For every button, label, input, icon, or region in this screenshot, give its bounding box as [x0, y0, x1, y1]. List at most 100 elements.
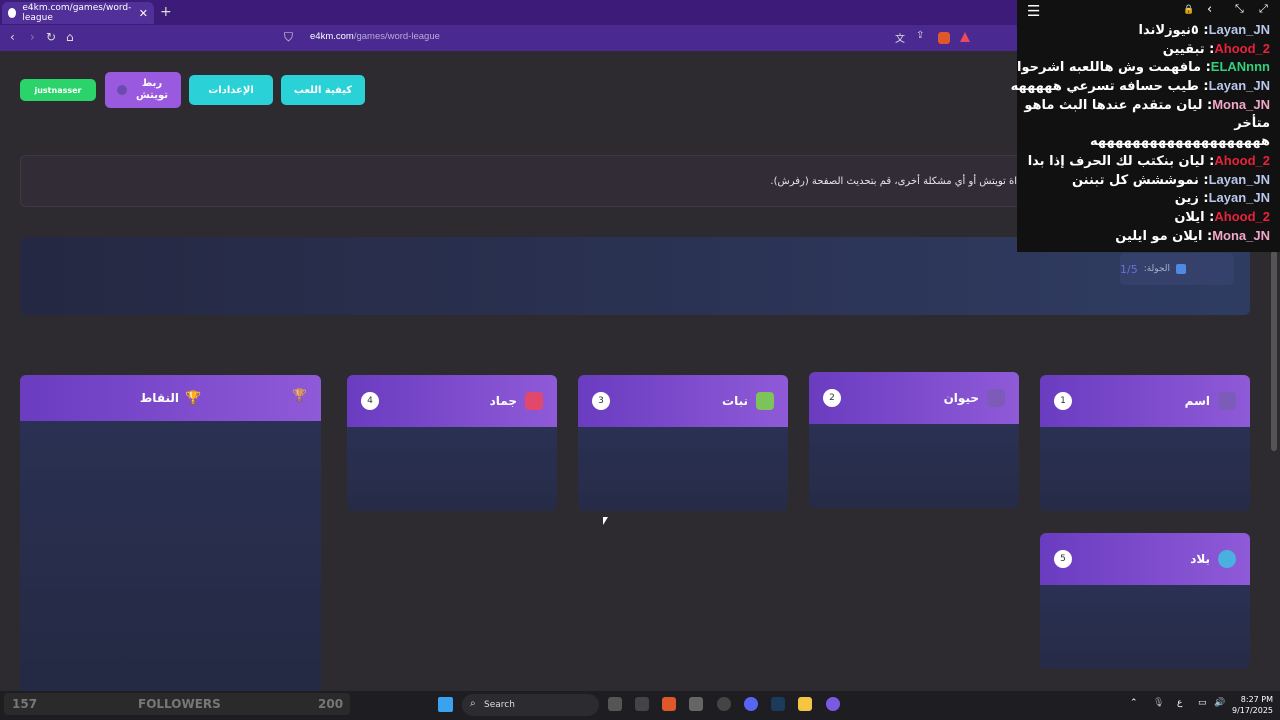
- chat-text: نموششش كل تبننن: [1071, 172, 1199, 188]
- discord-icon[interactable]: [744, 697, 758, 711]
- category-card-country: بلاد 5: [1040, 533, 1250, 669]
- chat-message: Layan_JN: نموششش كل تبننن: [1072, 172, 1270, 188]
- chat-message: Ahood_2: ليان بنكتب لك الحرف إذا بدا: [1028, 153, 1270, 169]
- trophy-icon: 🏆: [184, 390, 202, 406]
- chat-separator: :: [1204, 210, 1215, 225]
- tray-chevron-icon[interactable]: ⌃: [1130, 698, 1138, 708]
- url-field[interactable]: e4km.com/games/word-league: [310, 31, 440, 42]
- chat-username[interactable]: Ahood_2: [1214, 153, 1270, 168]
- chat-separator: :: [1198, 191, 1209, 207]
- obs-icon[interactable]: [717, 697, 731, 711]
- network-icon[interactable]: ▭: [1198, 698, 1207, 708]
- volume-icon[interactable]: 🔊: [1214, 698, 1225, 708]
- settings-button[interactable]: الإعدادات: [189, 75, 273, 105]
- app-icon-9[interactable]: [826, 697, 840, 711]
- menu-icon[interactable]: ☰: [1027, 2, 1040, 20]
- category-header: اسم 1: [1040, 375, 1250, 427]
- close-tab-icon[interactable]: ✕: [139, 7, 148, 20]
- brave-browser-icon[interactable]: [662, 697, 676, 711]
- robot-icon: [525, 392, 543, 410]
- taskbar-search[interactable]: ⌕ Search: [462, 694, 599, 716]
- category-title: بلاد: [1190, 552, 1210, 566]
- windows-start-icon[interactable]: [438, 697, 453, 712]
- chat-separator: :: [1198, 23, 1209, 38]
- bookmark-icon[interactable]: ⛉: [284, 30, 293, 45]
- chat-text: ايلان مو ايلين: [1115, 228, 1203, 244]
- reload-icon[interactable]: ↻: [46, 30, 56, 44]
- chat-text: ليان متقدم عندها البث ماهو: [1024, 97, 1203, 113]
- category-answers: [347, 427, 557, 511]
- clock-date: 9/17/2025: [1232, 706, 1274, 715]
- lock-icon[interactable]: 🔒: [1183, 5, 1194, 15]
- category-number: 5: [1054, 550, 1072, 568]
- followers-label: FOLLOWERS: [138, 697, 221, 711]
- chat-username[interactable]: Ahood_2: [1214, 41, 1270, 56]
- stream-chat-overlay: ☰ 🔒 ‹ ⤡ ⤢ Layan_JN: ٥نيوزلاندا Ahood_2: ت…: [1011, 0, 1280, 252]
- round-icon: [1176, 264, 1187, 274]
- app-icon-4[interactable]: [689, 697, 703, 711]
- chat-username[interactable]: Layan_JN: [1209, 190, 1270, 205]
- clock-time: 8:27 PM: [1240, 695, 1274, 704]
- file-explorer-icon[interactable]: [798, 697, 812, 711]
- expand-icon[interactable]: ⤢: [1259, 2, 1268, 16]
- chat-username[interactable]: Layan_JN: [1209, 22, 1270, 37]
- how-to-play-button[interactable]: كيفية اللعب: [281, 75, 365, 105]
- url-host: e4km.com: [310, 31, 354, 42]
- taskbar-clock[interactable]: 8:27 PM 9/17/2025: [1232, 694, 1273, 716]
- chat-message: متأخر: [1234, 116, 1270, 131]
- chat-username[interactable]: Mona_JN: [1212, 228, 1270, 243]
- brave-shield-icon[interactable]: [938, 32, 950, 44]
- round-indicator: الجولة: 1/5: [1120, 253, 1234, 285]
- user-badge[interactable]: justnasser: [20, 79, 96, 101]
- followers-current: 157: [12, 697, 38, 711]
- brave-rewards-icon[interactable]: [960, 32, 970, 42]
- taskbar-search-label: Search: [484, 700, 515, 710]
- category-card-animal: حيوان 2: [809, 372, 1019, 508]
- minimize-icon[interactable]: ⤡: [1235, 2, 1244, 16]
- chat-message: Mona_JN: ليان متقدم عندها البث ماهو: [1024, 97, 1270, 113]
- category-answers: [1040, 427, 1250, 511]
- back-chevron-icon[interactable]: ‹: [1207, 2, 1212, 17]
- chat-username[interactable]: Layan_JN: [1209, 172, 1270, 187]
- app-icon-1[interactable]: [608, 697, 622, 711]
- page-scrollbar[interactable]: [1271, 251, 1277, 451]
- forward-icon[interactable]: ›: [30, 30, 35, 44]
- person-icon: [1218, 392, 1236, 410]
- category-title: جماد: [489, 394, 517, 408]
- chat-text: ههههههههههههههههههههه: [1090, 134, 1270, 150]
- tab-title: e4km.com/games/word-league: [22, 3, 132, 23]
- chat-separator: :: [1198, 79, 1209, 95]
- twitch-connect-button[interactable]: ربط تويتش: [105, 72, 181, 108]
- category-title: حيوان: [943, 391, 979, 405]
- twitch-status-icon: [117, 85, 127, 95]
- chat-text: ٥نيوزلاندا: [1138, 23, 1199, 38]
- app-icon-2[interactable]: [635, 697, 649, 711]
- twitch-connect-label: ربط تويتش: [136, 78, 168, 101]
- notice-banner: اة تويتش أو أي مشكلة أخرى، قم بتحديث الص…: [20, 155, 1100, 207]
- chat-username[interactable]: Ahood_2: [1214, 209, 1270, 224]
- home-icon[interactable]: ⌂: [66, 30, 74, 44]
- chat-username[interactable]: Layan_JN: [1209, 78, 1270, 93]
- points-title: النقاط: [139, 391, 179, 405]
- chat-separator: :: [1201, 60, 1211, 76]
- chat-username[interactable]: ELANnnn: [1211, 59, 1270, 74]
- points-list: [20, 421, 321, 695]
- language-indicator[interactable]: ع: [1177, 698, 1182, 708]
- steam-icon[interactable]: [771, 697, 785, 711]
- chat-toolbar: ☰ 🔒 ‹ ⤡ ⤢: [1017, 0, 1280, 22]
- category-number: 4: [361, 392, 379, 410]
- chat-separator: :: [1204, 41, 1215, 57]
- chat-message: Layan_JN: ٥نيوزلاندا: [1139, 22, 1270, 38]
- round-label: الجولة:: [1143, 264, 1171, 274]
- user-badge-label: justnasser: [34, 85, 82, 95]
- microphone-icon[interactable]: 🎙: [1153, 698, 1164, 708]
- how-to-play-label: كيفية اللعب: [293, 84, 353, 96]
- share-icon[interactable]: ⇪: [916, 30, 924, 41]
- chat-text: زين: [1174, 191, 1199, 207]
- new-tab-button[interactable]: +: [160, 4, 172, 20]
- browser-tab[interactable]: e4km.com/games/word-league ✕: [2, 2, 154, 24]
- translate-icon[interactable]: 文: [895, 30, 905, 45]
- chat-username[interactable]: Mona_JN: [1212, 97, 1270, 112]
- chat-message: Layan_JN: طيب حسافه تسرعي هههههه: [1011, 78, 1270, 94]
- back-icon[interactable]: ‹: [10, 30, 15, 44]
